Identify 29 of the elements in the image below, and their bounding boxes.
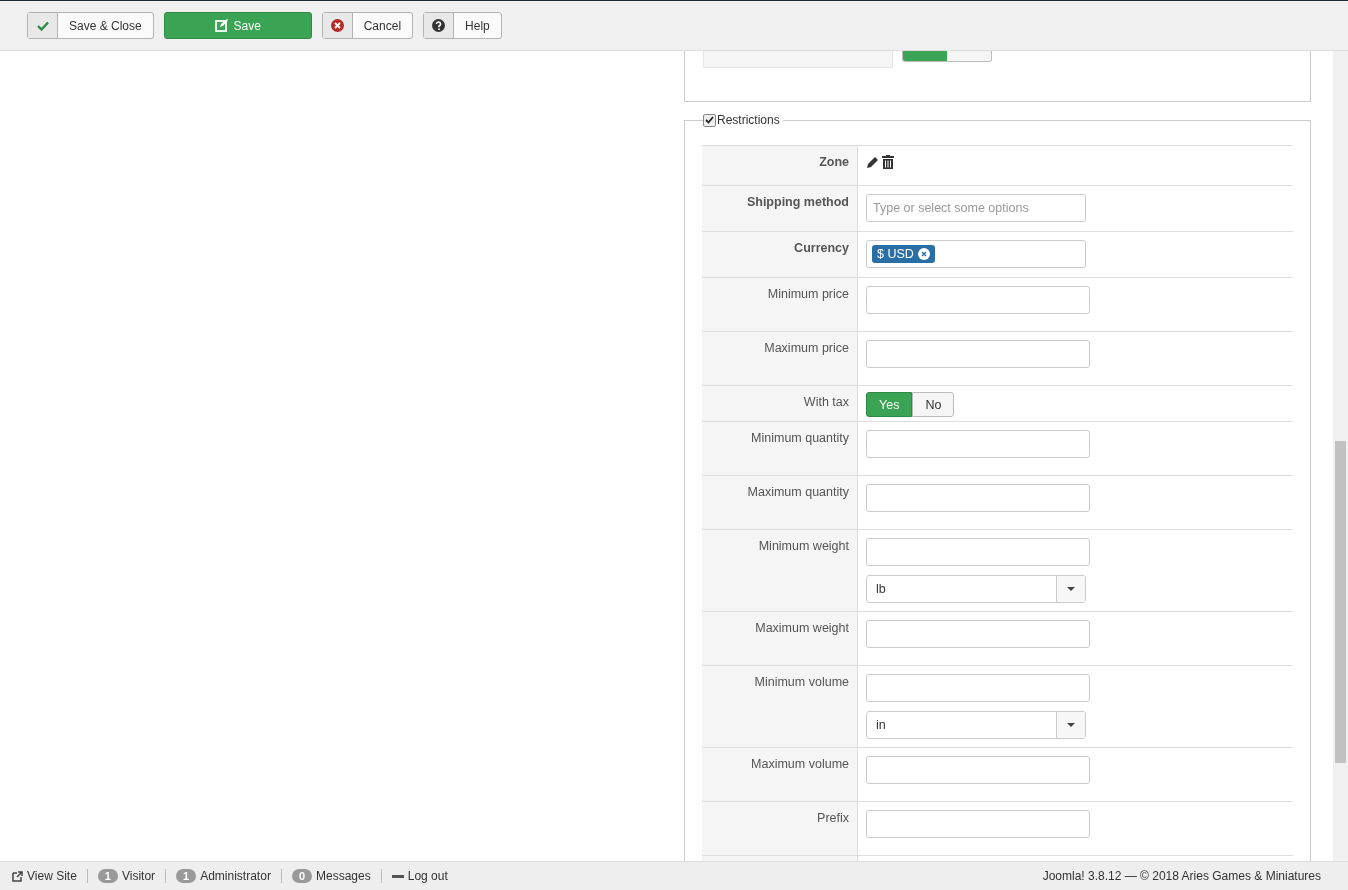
restrictions-legend: Restrictions	[717, 113, 780, 127]
field-label: Maximum price	[764, 341, 849, 355]
field-label: Minimum price	[767, 287, 849, 301]
shipping-method-field[interactable]: Type or select some options	[866, 194, 1086, 222]
field-label: Shipping method	[746, 195, 849, 209]
field-label: Minimum volume	[754, 675, 849, 689]
cancel-button[interactable]: Cancel	[321, 12, 414, 39]
unit-select[interactable]: in	[866, 711, 1086, 739]
toggle-option[interactable]: No	[912, 392, 955, 417]
field-label: Currency	[794, 241, 849, 255]
save-close-button[interactable]: Save & Close	[27, 12, 154, 39]
field-label: Minimum quantity	[751, 431, 849, 445]
status-link[interactable]: View Site	[12, 869, 87, 883]
status-link[interactable]: 0 Messages	[280, 869, 381, 883]
field-label: Maximum volume	[751, 757, 849, 771]
field-label: Minimum weight	[758, 539, 849, 553]
help-button[interactable]: Help	[423, 12, 502, 39]
unit-select[interactable]: lb	[866, 575, 1086, 603]
currency-field[interactable]: $ USD	[866, 240, 1086, 268]
status-link[interactable]: 1 Visitor	[86, 869, 166, 883]
field-label: With tax	[803, 395, 849, 409]
status-link[interactable]: 1 Administrator	[165, 869, 281, 883]
footer-text: Joomla! 3.8.12 — © 2018 Aries Games & Miniatures	[1042, 869, 1321, 883]
field-label: Maximum quantity	[747, 485, 849, 499]
status-link[interactable]: Log out	[380, 869, 458, 883]
field-label: Prefix	[817, 811, 849, 825]
currency-tag: $ USD	[872, 245, 935, 263]
field-label: Zone	[819, 155, 849, 169]
field-label: Maximum weight	[755, 621, 849, 635]
